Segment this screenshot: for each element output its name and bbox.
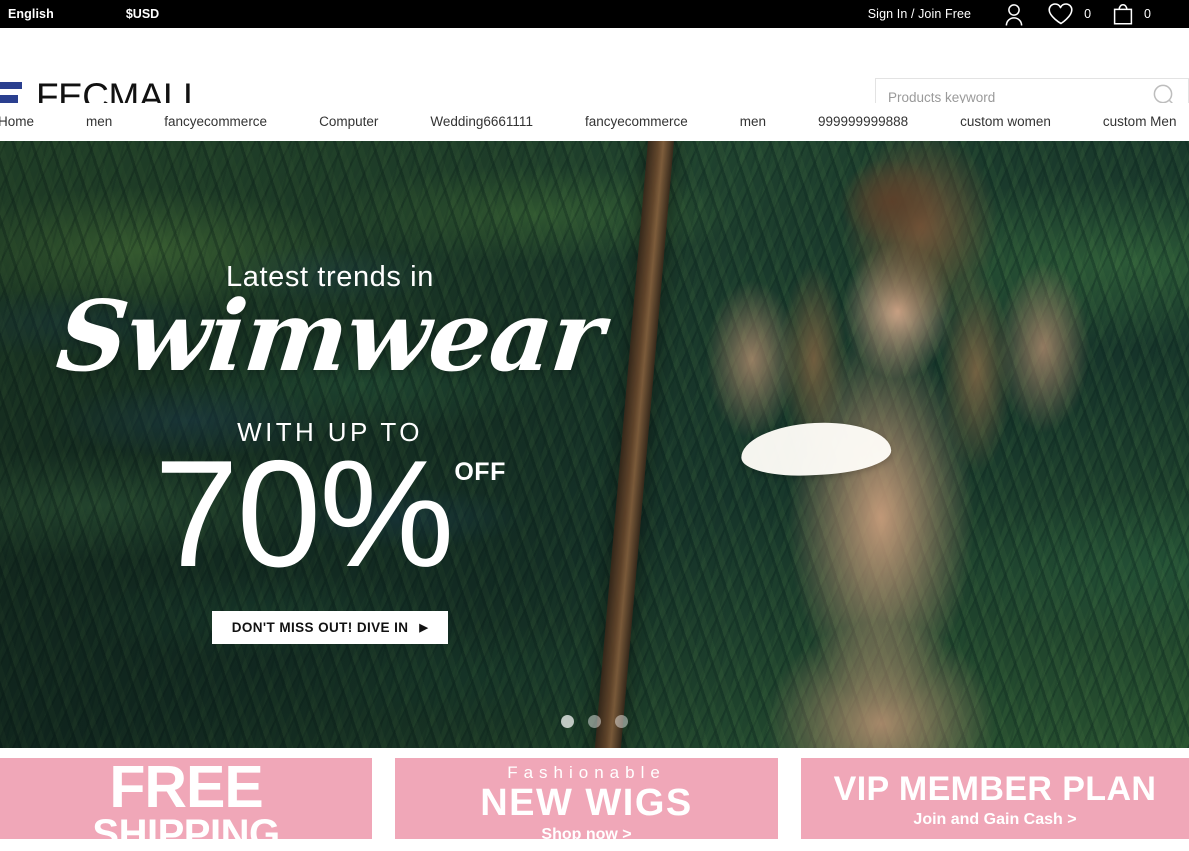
hero-headline: Swimwear — [51, 279, 609, 393]
nav-item-numeric[interactable]: 999999999888 — [792, 103, 934, 141]
hero-discount-value: 70% — [154, 429, 454, 600]
account-link[interactable] — [1001, 2, 1027, 26]
hero-cta-button[interactable]: DON'T MISS OUT! DIVE IN ▶ — [211, 610, 449, 644]
hero-cta-label: DON'T MISS OUT! DIVE IN — [231, 619, 409, 635]
wishlist-count: 0 — [1084, 7, 1092, 21]
carousel-dot-3[interactable] — [615, 715, 628, 728]
promo-free-shipping-line2: SHIPPING — [92, 811, 280, 839]
hero-carousel: Latest trends in Swimwear WITH UP TO 70%… — [0, 141, 1189, 748]
promo-new-wigs[interactable]: Fashionable NEW WIGS Shop now > — [395, 758, 778, 839]
nav-item-custom-men[interactable]: custom Men — [1077, 103, 1189, 141]
promo-vip-member-plan[interactable]: VIP MEMBER PLAN Join and Gain Cash > — [801, 758, 1189, 839]
sign-in-join-free-link[interactable]: Sign In / Join Free — [868, 7, 971, 21]
promo-free-shipping-line1: FREE — [109, 758, 263, 820]
promo-new-wigs-cta[interactable]: Shop now > — [541, 826, 631, 839]
hero-discount: 70% OFF — [154, 429, 506, 600]
nav-item-custom-women[interactable]: custom women — [934, 103, 1077, 141]
promo-new-wigs-kicker: Fashionable — [507, 763, 666, 782]
carousel-dot-1[interactable] — [561, 715, 574, 728]
language-selector[interactable]: English — [2, 7, 60, 21]
cart-link[interactable]: 0 — [1111, 2, 1151, 26]
promo-free-shipping[interactable]: FREE SHIPPING — [0, 758, 372, 839]
bag-icon — [1111, 2, 1135, 26]
site-header: FECMALL — [0, 28, 1189, 116]
nav-item-home[interactable]: Home — [0, 103, 60, 141]
nav-item-fancyecommerce-2[interactable]: fancyecommerce — [559, 103, 714, 141]
promo-banner-row: FREE SHIPPING Fashionable NEW WIGS Shop … — [0, 748, 1189, 839]
user-icon — [1001, 2, 1027, 26]
nav-item-wedding[interactable]: Wedding6661111 — [404, 103, 559, 141]
hero-copy-block: Latest trends in Swimwear WITH UP TO 70%… — [0, 141, 660, 748]
play-arrow-icon: ▶ — [419, 621, 429, 634]
topbar-right-group: Sign In / Join Free 0 0 — [868, 0, 1189, 28]
top-utility-bar: English $USD Sign In / Join Free 0 0 — [0, 0, 1189, 28]
promo-vip-title: VIP MEMBER PLAN — [833, 770, 1157, 808]
promo-new-wigs-title: NEW WIGS — [480, 781, 693, 824]
wishlist-link[interactable]: 0 — [1047, 2, 1091, 26]
promo-vip-cta[interactable]: Join and Gain Cash > — [913, 811, 1076, 829]
main-navigation: Home men fancyecommerce Computer Wedding… — [0, 103, 1189, 141]
heart-icon — [1047, 2, 1075, 26]
currency-selector[interactable]: $USD — [126, 7, 159, 21]
hero-discount-off-label: OFF — [454, 458, 506, 487]
nav-item-men[interactable]: men — [60, 103, 138, 141]
nav-item-fancyecommerce[interactable]: fancyecommerce — [138, 103, 293, 141]
cart-count: 0 — [1144, 7, 1151, 21]
carousel-dots — [0, 715, 1189, 728]
topbar-left-group: English $USD — [0, 7, 159, 21]
carousel-dot-2[interactable] — [588, 715, 601, 728]
nav-item-computer[interactable]: Computer — [293, 103, 404, 141]
nav-item-men-2[interactable]: men — [714, 103, 792, 141]
